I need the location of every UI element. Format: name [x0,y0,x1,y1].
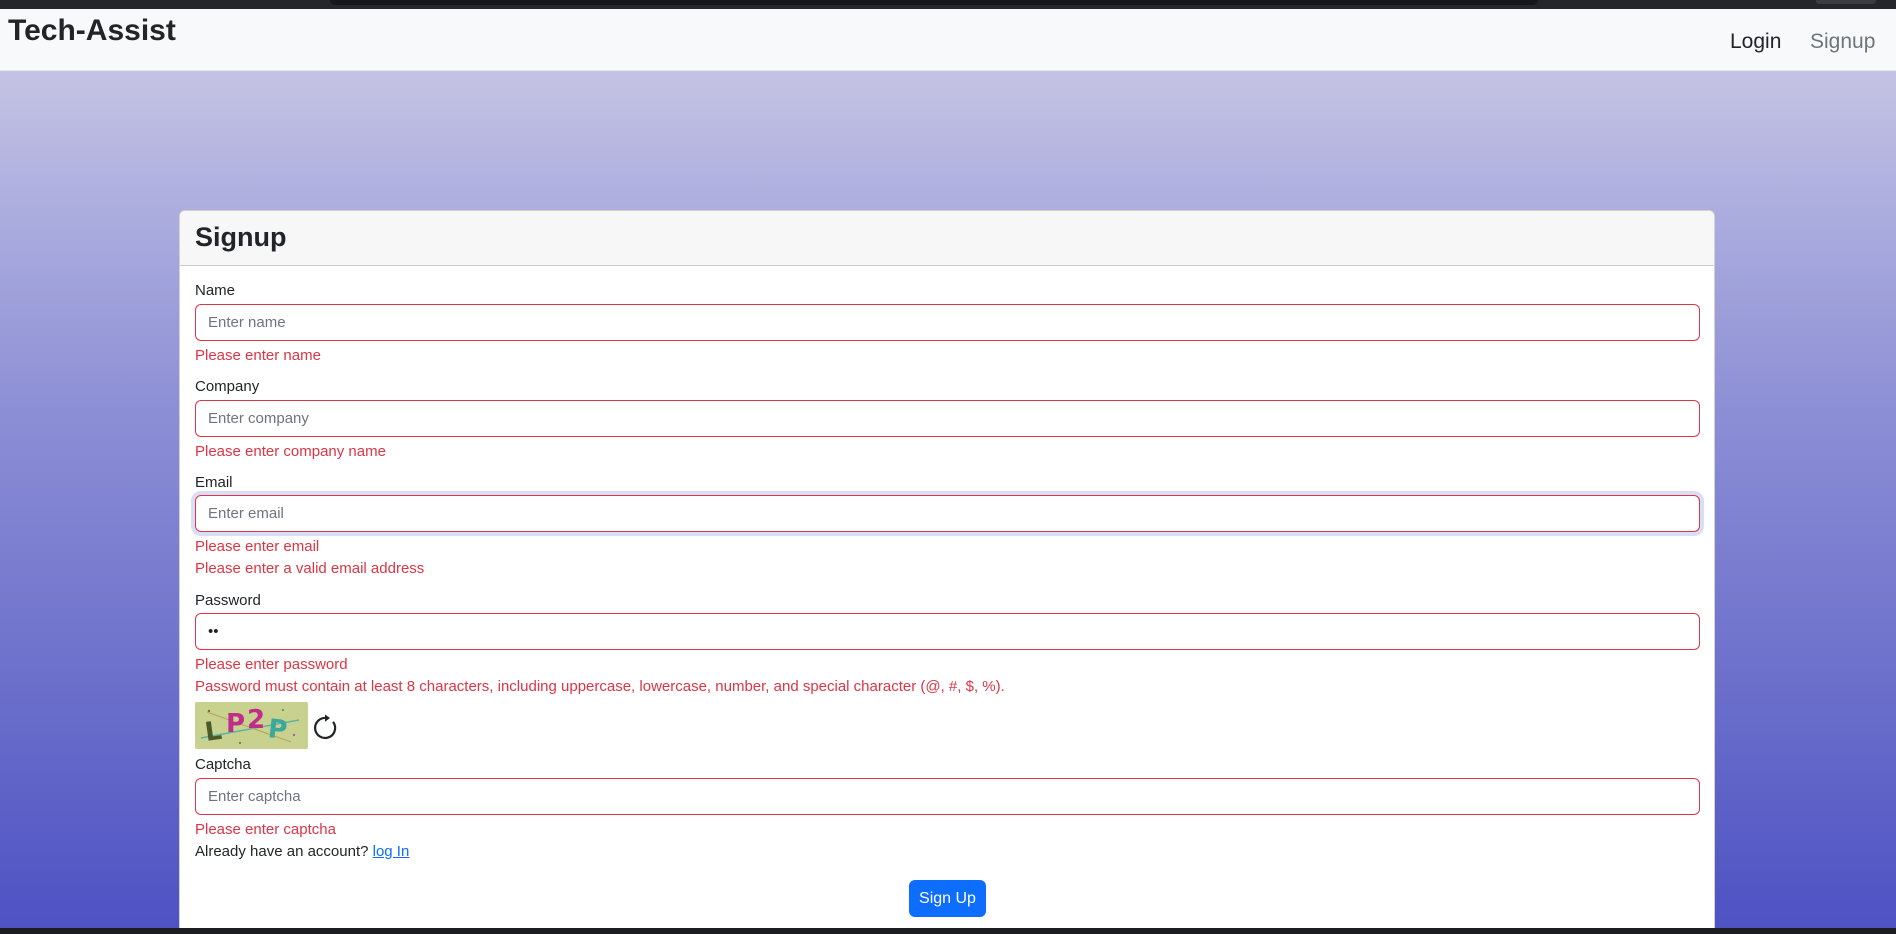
name-label: Name [195,282,236,299]
refresh-icon[interactable] [311,713,341,743]
svg-text:2: 2 [247,705,265,735]
captcha-error: Please enter captcha [195,821,336,838]
svg-text:P: P [266,714,288,746]
email-input[interactable] [195,495,1700,532]
email-error-invalid: Please enter a valid email address [195,560,425,577]
company-input[interactable] [195,400,1700,437]
company-error: Please enter company name [195,443,386,460]
name-input[interactable] [195,304,1700,341]
name-error: Please enter name [195,347,321,364]
company-label: Company [195,378,260,395]
password-label: Password [195,592,261,609]
browser-tab-stub [1816,0,1876,4]
page-title: Signup [195,222,287,252]
captcha-input[interactable] [195,778,1700,815]
email-label: Email [195,474,233,491]
signup-card: Signup Name Please enter name Company Pl… [179,210,1715,934]
navbar: Tech-Assist Login Signup [0,9,1896,71]
browser-address-bar [330,0,1538,5]
browser-top-strip [0,0,1896,9]
brand-logo[interactable]: Tech-Assist [8,13,176,49]
nav-signup-link[interactable]: Signup [1810,21,1875,63]
login-prompt-text: Already have an account? [195,843,369,860]
signup-button[interactable]: Sign Up [909,880,986,917]
nav-login-link[interactable]: Login [1730,21,1781,63]
captcha-label: Captcha [195,756,251,773]
browser-bottom-bar [0,928,1896,934]
email-error-required: Please enter email [195,538,320,555]
captcha-image: L P 2 P [195,702,308,749]
password-error-required: Please enter password [195,656,348,673]
login-link[interactable]: log In [373,843,410,860]
login-prompt: Already have an account? log In [195,843,409,861]
password-error-rules: Password must contain at least 8 charact… [195,678,1005,695]
card-header: Signup [180,211,1714,266]
password-input[interactable] [195,613,1700,650]
svg-text:P: P [226,709,245,739]
